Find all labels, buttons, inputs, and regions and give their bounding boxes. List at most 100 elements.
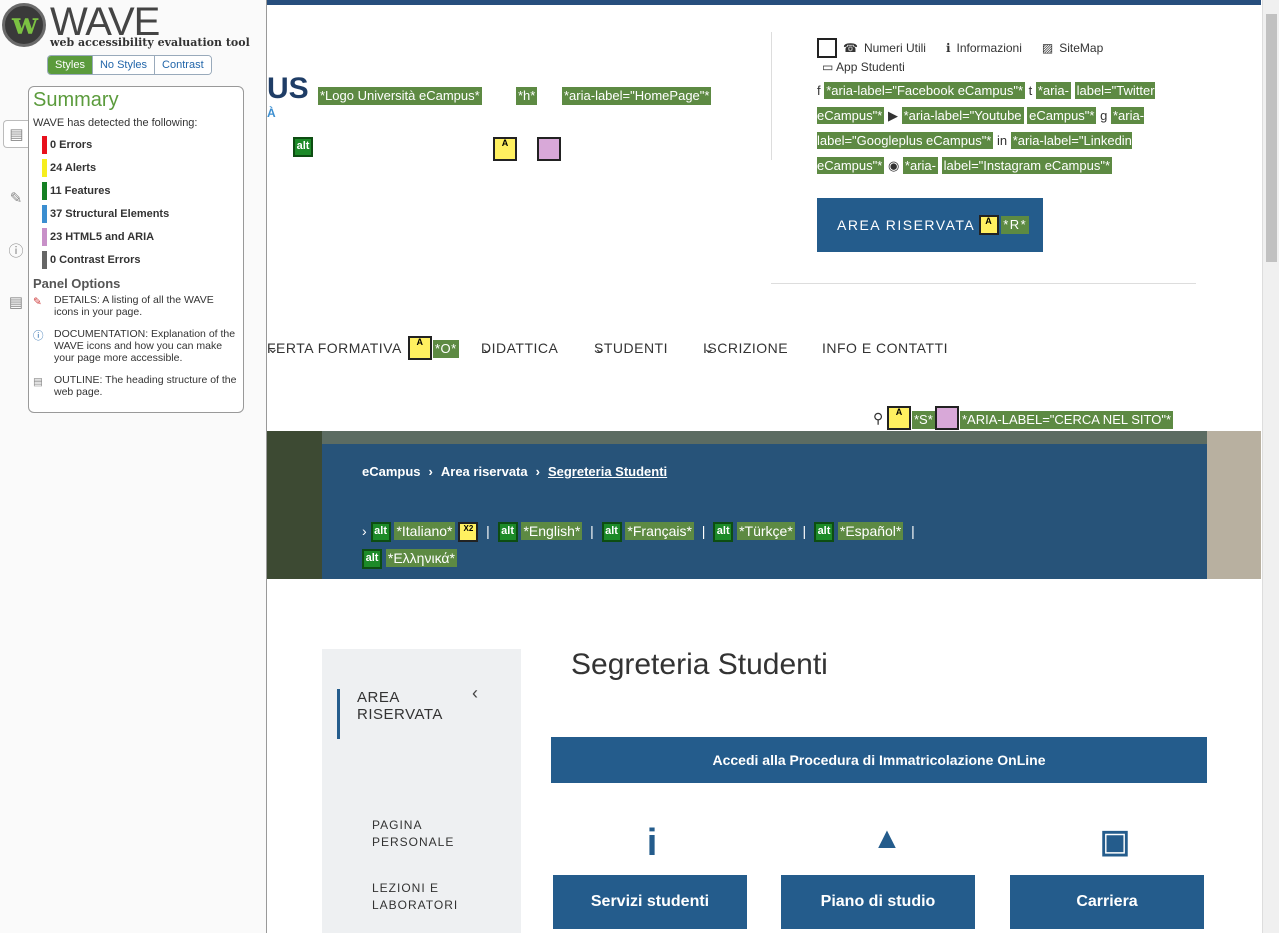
- logo-fragment-sub: À: [267, 106, 276, 120]
- homepage-aria-label: *aria-label="HomePage"*: [562, 87, 712, 105]
- instagram-icon: ◉: [887, 158, 900, 173]
- twitter-icon: t: [1028, 83, 1033, 98]
- alt-icon: alt: [362, 549, 382, 570]
- header-separator: [771, 283, 1196, 284]
- menu-offerta-formativa[interactable]: FERTA FORMATIVA ⌄: [267, 340, 401, 357]
- top-accent-bar: [267, 0, 1261, 5]
- stat-alerts: 24 Alerts: [33, 156, 239, 179]
- area-riservata-button[interactable]: AREA RISERVATA A *R*: [817, 198, 1043, 252]
- crumb-segreteria[interactable]: Segreteria Studenti: [548, 464, 667, 479]
- alt-icon: alt: [370, 522, 391, 543]
- r-label: *R*: [1001, 216, 1030, 234]
- language-selector: › alt *Italiano* X2 | alt *English* | al…: [362, 518, 1162, 572]
- link-app-studenti[interactable]: ▭ App Studenti: [822, 60, 905, 74]
- lang-espanol[interactable]: *Español*: [837, 522, 904, 540]
- details-icon: ✎: [33, 296, 42, 308]
- s-label: *S*: [912, 411, 935, 429]
- accesskey-icon: A: [887, 406, 911, 430]
- breadcrumb: eCampus › Area riservata › Segreteria St…: [362, 464, 668, 479]
- alt-icon: alt: [497, 522, 518, 543]
- link-sitemap[interactable]: SiteMap: [1059, 41, 1103, 55]
- sidebar-item-lezioni[interactable]: LEZIONI E LABORATORI: [372, 880, 482, 914]
- tile-servizi-studenti[interactable]: Servizi studenti: [553, 875, 747, 929]
- option-documentation[interactable]: ⓘ DOCUMENTATION: Explanation of the WAVE …: [33, 328, 239, 364]
- list-icon: [817, 38, 837, 58]
- lang-english[interactable]: *English*: [521, 522, 583, 540]
- youtube-aria-label-a[interactable]: *aria-label="Youtube: [901, 107, 1024, 124]
- summary-panel-icon[interactable]: ▤: [3, 120, 29, 148]
- documentation-panel-icon[interactable]: ⓘ: [3, 224, 29, 276]
- immatricolazione-button[interactable]: Accedi alla Procedura di Immatricolazion…: [551, 737, 1207, 783]
- details-panel-icon[interactable]: ✎: [3, 172, 29, 224]
- lang-francais[interactable]: *Français*: [625, 522, 694, 540]
- stat-errors: 0 Errors: [33, 133, 239, 156]
- alt-icon: alt: [813, 522, 834, 543]
- info-icon: ℹ: [945, 41, 951, 55]
- sidebar: AREA RISERVATA ‹ PAGINA PERSONALE LEZION…: [322, 649, 521, 933]
- page-title: Segreteria Studenti: [571, 648, 828, 681]
- instagram-aria-label-a[interactable]: *aria-: [902, 157, 938, 174]
- option-details[interactable]: ✎ DETAILS: A listing of all the WAVE icon…: [33, 294, 239, 318]
- aria-icon: [537, 137, 561, 161]
- alt-icon: alt: [713, 522, 734, 543]
- sidebar-title: AREA RISERVATA: [337, 689, 487, 739]
- alt-icon: alt: [293, 137, 313, 157]
- aria-icon: [935, 406, 959, 430]
- graduation-cap-icon: ▲: [872, 822, 902, 855]
- search-icon[interactable]: ⚲: [873, 410, 883, 427]
- youtube-aria-label-b[interactable]: eCampus"*: [1027, 107, 1097, 124]
- facebook-icon: f: [817, 83, 821, 98]
- lang-greek[interactable]: *Ελληνικά*: [385, 549, 457, 567]
- lang-turkce[interactable]: *Türkçe*: [737, 522, 795, 540]
- stat-contrast: 0 Contrast Errors: [33, 248, 239, 271]
- cubes-icon: ▣: [1099, 823, 1131, 859]
- utility-bar: ☎ Numeri Utili ℹ Informazioni ▨ SiteMap: [817, 38, 1103, 58]
- summary-intro: WAVE has detected the following:: [33, 117, 198, 129]
- collapse-chevron-icon[interactable]: ‹: [472, 683, 478, 704]
- summary-panel: Summary WAVE has detected the following:…: [28, 86, 244, 413]
- facebook-aria-label[interactable]: *aria-label="Facebook eCampus"*: [824, 82, 1026, 99]
- outline-icon: ▤: [33, 376, 43, 388]
- crumb-ecampus[interactable]: eCampus: [362, 464, 421, 479]
- menu-iscrizione[interactable]: ISCRIZIONE ⌄: [703, 340, 788, 357]
- phone-icon: ☎: [843, 41, 858, 55]
- panel-options-heading: Panel Options: [33, 276, 121, 291]
- website-viewport: US À *Logo Università eCampus* *h* *aria…: [267, 0, 1261, 933]
- cerca-aria-label: *ARIA-LABEL="CERCA NEL SITO"*: [960, 411, 1174, 429]
- view-tabs: Styles No Styles Contrast: [47, 55, 212, 75]
- tab-no-styles[interactable]: No Styles: [91, 56, 155, 74]
- link-informazioni[interactable]: Informazioni: [957, 41, 1022, 55]
- panel-switcher: ▤ ✎ ⓘ ▤: [3, 120, 29, 328]
- tile-piano-studio[interactable]: Piano di studio: [781, 875, 975, 929]
- lang-italiano[interactable]: *Italiano*: [394, 522, 455, 540]
- accesskey-icon: A: [408, 336, 432, 360]
- link-numeri-utili[interactable]: Numeri Utili: [864, 41, 926, 55]
- documentation-icon: ⓘ: [33, 330, 44, 342]
- outline-panel-icon[interactable]: ▤: [3, 276, 29, 328]
- menu-studenti[interactable]: STUDENTI ⌄: [594, 340, 668, 357]
- wave-logo-icon: [2, 3, 46, 47]
- scrollbar[interactable]: [1262, 0, 1279, 933]
- stat-features: 11 Features: [33, 179, 239, 202]
- logo-fragment[interactable]: US: [267, 72, 309, 106]
- crumb-area-riservata[interactable]: Area riservata: [441, 464, 528, 479]
- tile-carriera[interactable]: Carriera: [1010, 875, 1204, 929]
- x2-icon: X2: [458, 522, 479, 543]
- menu-info-contatti[interactable]: INFO E CONTATTI: [822, 340, 948, 356]
- wave-panel: WAVE web accessibility evaluation tool S…: [0, 0, 267, 933]
- linkedin-icon: in: [997, 133, 1008, 148]
- accesskey-icon: A: [493, 137, 517, 161]
- youtube-icon: ▶: [887, 108, 898, 123]
- instagram-aria-label-b[interactable]: label="Instagram eCampus"*: [941, 157, 1113, 174]
- option-outline[interactable]: ▤ OUTLINE: The heading structure of the w…: [33, 374, 239, 398]
- tab-contrast[interactable]: Contrast: [154, 56, 211, 74]
- header-divider: [771, 32, 772, 160]
- wave-subtitle: web accessibility evaluation tool: [50, 36, 250, 49]
- tab-styles[interactable]: Styles: [48, 56, 92, 74]
- menu-didattica[interactable]: DIDATTICA ⌄: [481, 340, 558, 357]
- logo-alt-label: *Logo Università eCampus*: [318, 87, 482, 105]
- sidebar-item-pagina-personale[interactable]: PAGINA PERSONALE: [372, 817, 482, 851]
- twitter-aria-label-a[interactable]: *aria-: [1035, 82, 1071, 99]
- social-links: f *aria-label="Facebook eCampus"* t *ari…: [817, 78, 1197, 178]
- sitemap-icon: ▨: [1041, 41, 1054, 55]
